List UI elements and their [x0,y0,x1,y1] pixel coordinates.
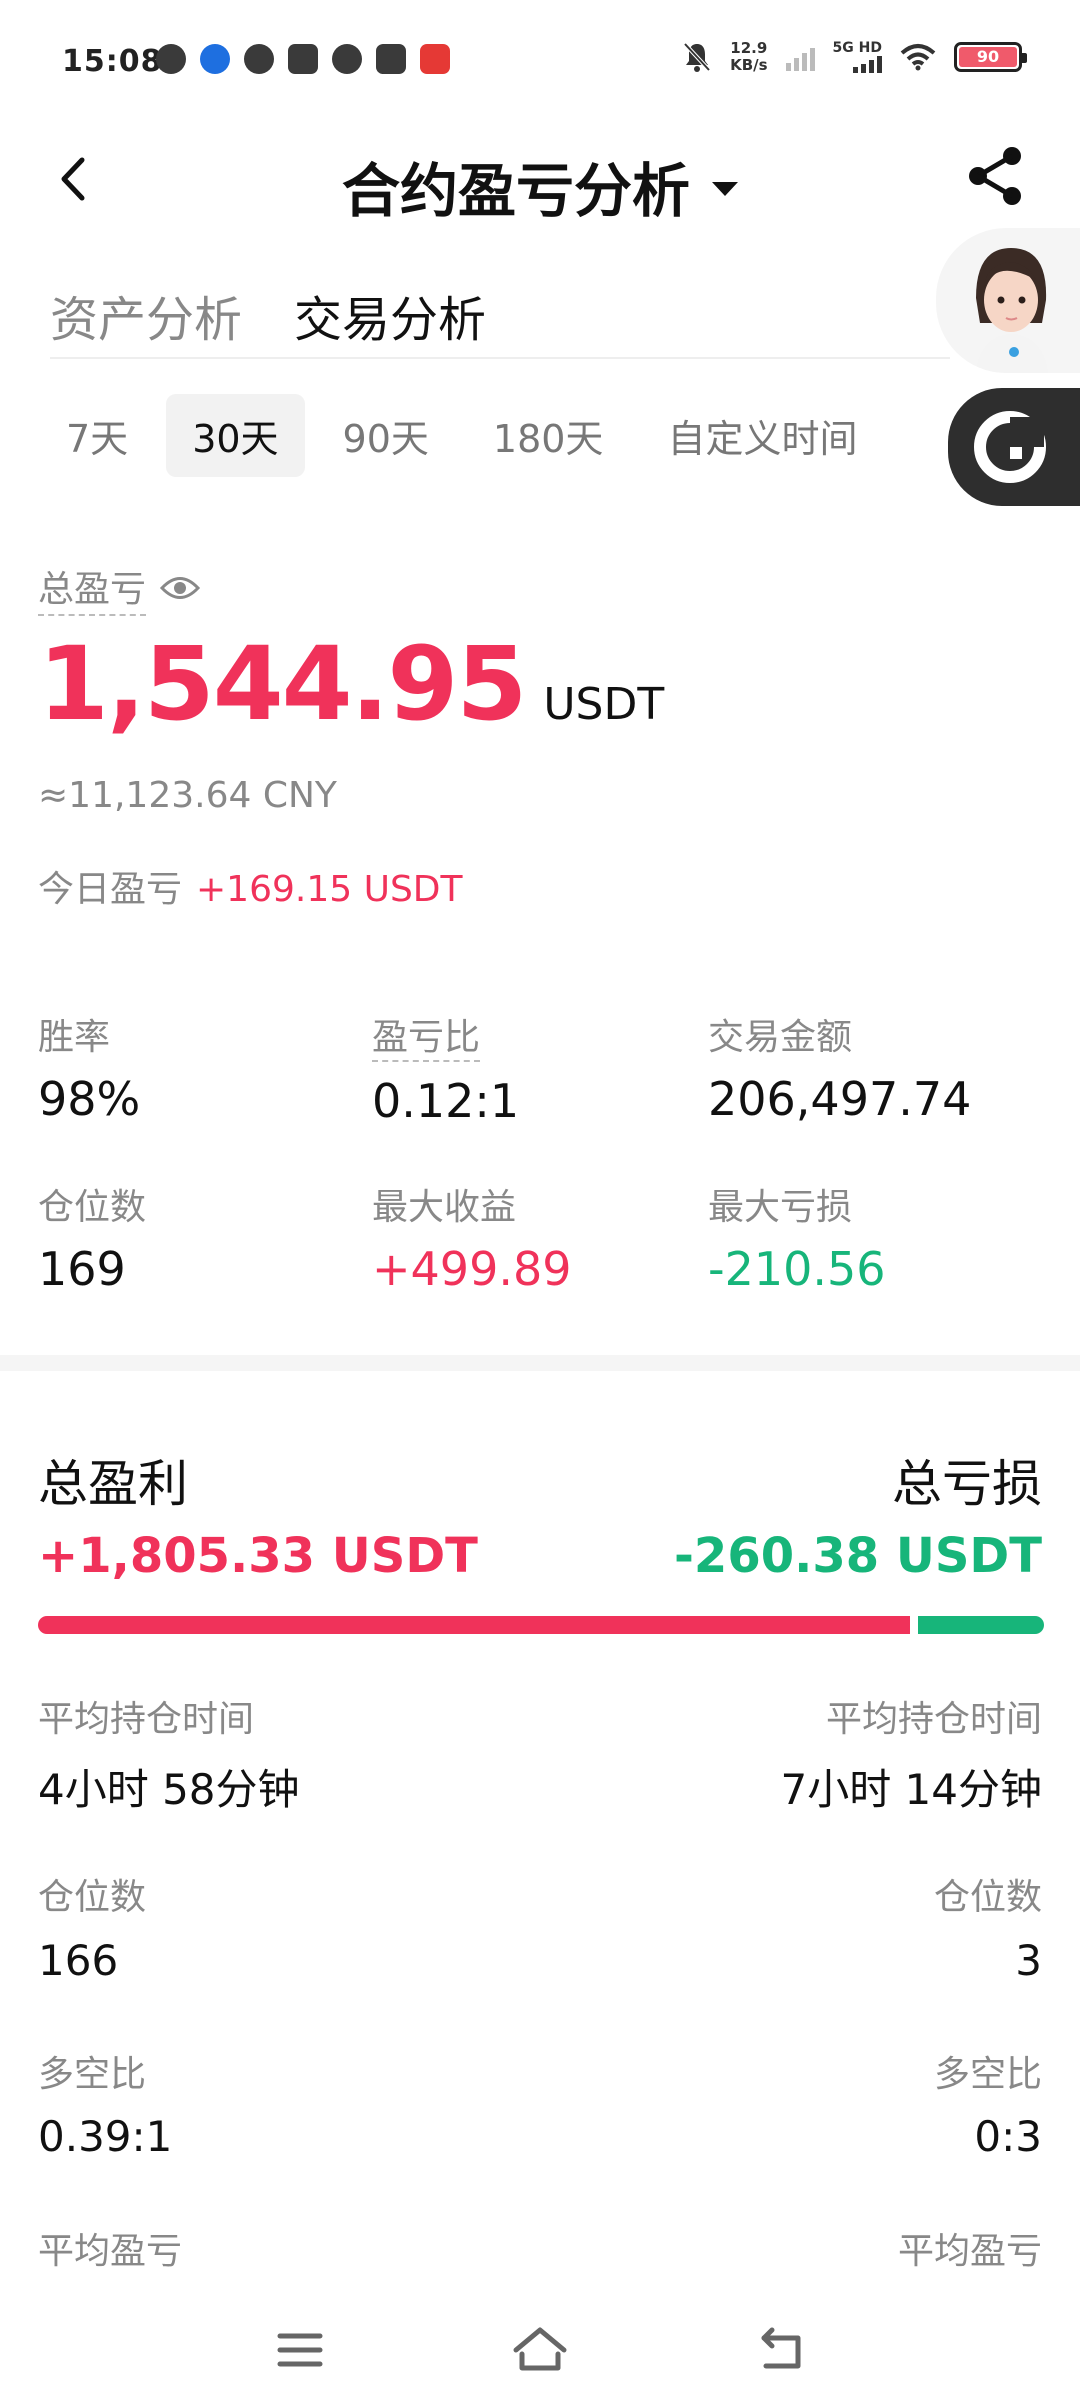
analysis-tabs: 资产分析 交易分析 [50,280,486,350]
today-pnl: 今日盈亏 +169.15 USDT [38,860,463,912]
battery-icon: 90 [954,42,1027,72]
news-app-icon [420,44,450,74]
tab-divider [50,357,950,359]
stat-win-rate: 胜率 98% [38,1008,140,1126]
loss-bar-segment [918,1616,1044,1634]
profit-long-short-label: 多空比 [38,2054,147,2095]
today-pnl-label: 今日盈亏 [38,869,183,910]
wechat-icon [156,44,186,74]
profit-bar-segment [38,1616,910,1634]
stat-label: 仓位数 [38,1187,147,1228]
status-time: 15:08 [62,44,163,79]
signal-sim2-icon [853,55,882,73]
stat-value: -210.56 [708,1242,886,1296]
loss-avg-hold-value: 7小时 14分钟 [780,1765,1042,1814]
total-loss-label: 总亏损 [892,1455,1042,1513]
home-icon[interactable] [510,2320,570,2380]
notification-icons [156,44,450,74]
return-icon[interactable] [752,2320,812,2380]
profit-avg-pl-label: 平均盈亏 [38,2231,183,2272]
app-c-icon [200,44,230,74]
profit-loss-ratio-bar [38,1616,1044,1634]
total-pnl-label: 总盈亏 [38,560,201,616]
stat-label: 最大收益 [372,1187,517,1228]
status-bar: 15:08 12.9 KB/s 5G HD 90 [0,0,1080,130]
eye-icon[interactable] [160,575,201,601]
page-title-text: 合约盈亏分析 [341,157,690,225]
stat-label: 胜率 [38,1017,111,1058]
profit-long-short-value: 0.39:1 [38,2112,173,2161]
caret-down-icon [712,181,738,196]
net-speed-value: 12.9 [730,39,768,57]
stat-pl-ratio: 盈亏比 0.12:1 [372,1008,519,1128]
total-pnl-unit: USDT [543,679,665,730]
app-header: 合约盈亏分析 [0,130,1080,230]
system-nav-bar [0,2300,1080,2408]
total-pnl-number: 1,544.95 [38,625,527,744]
loss-positions-value: 3 [1015,1936,1042,1985]
total-pnl-label-text[interactable]: 总盈亏 [38,560,147,616]
stat-label: 最大亏损 [708,1187,853,1228]
net-speed-unit: KB/s [730,56,768,74]
video-play-icon [376,44,406,74]
period-30d[interactable]: 30天 [166,394,305,477]
stat-value: 206,497.74 [708,1072,972,1126]
loss-long-short-value: 0:3 [974,2112,1042,2161]
avatar [976,248,1048,373]
bell-off-icon [683,42,711,72]
app-link-icon [332,44,362,74]
loss-avg-pl-label: 平均盈亏 [897,2231,1042,2272]
stat-positions: 仓位数 169 [38,1178,146,1296]
stat-max-loss: 最大亏损 -210.56 [708,1178,886,1296]
menu-icon[interactable] [270,2320,330,2380]
period-selector: 7天 30天 90天 180天 自定义时间 [40,394,883,477]
stat-value: 98% [38,1072,141,1126]
profit-avg-hold-label: 平均持仓时间 [38,1699,255,1740]
qq-icon [244,44,274,74]
net-speed: 12.9 KB/s [730,40,767,74]
profit-positions-label: 仓位数 [38,1877,147,1918]
tab-trade-analysis[interactable]: 交易分析 [294,280,486,350]
total-loss-value: -260.38 USDT [674,1528,1042,1584]
profit-positions-value: 166 [38,1936,119,1985]
share-icon[interactable] [964,144,1028,208]
loss-avg-hold-label: 平均持仓时间 [825,1699,1042,1740]
profit-avg-hold-value: 4小时 58分钟 [38,1765,300,1814]
signal-5g: 5G HD [833,41,882,73]
stat-value: +499.89 [372,1242,572,1296]
stat-label: 交易金额 [708,1017,853,1058]
floating-widget-button[interactable] [948,388,1080,506]
stat-value: 169 [38,1242,126,1296]
stat-value: 0.12:1 [372,1074,520,1128]
page-title[interactable]: 合约盈亏分析 [0,144,1080,228]
total-profit-value: +1,805.33 USDT [38,1528,478,1584]
stat-max-profit: 最大收益 +499.89 [372,1178,572,1296]
wifi-icon [900,44,936,71]
signal-sim1-icon [785,43,815,71]
stat-label[interactable]: 盈亏比 [372,1008,481,1062]
today-pnl-value: +169.15 USDT [196,869,463,910]
period-custom[interactable]: 自定义时间 [641,394,883,477]
loss-long-short-label: 多空比 [933,2054,1042,2095]
network-type: 5G HD [832,40,882,56]
loss-positions-label: 仓位数 [933,1877,1042,1918]
assistant-avatar-button[interactable] [936,228,1080,373]
period-90d[interactable]: 90天 [317,394,455,477]
tab-asset-analysis[interactable]: 资产分析 [50,280,242,350]
vivo-icon [288,44,318,74]
total-profit-label: 总盈利 [38,1455,188,1513]
pie-logo-icon [974,411,1046,483]
period-7d[interactable]: 7天 [40,394,154,477]
stat-volume: 交易金额 206,497.74 [708,1008,971,1126]
total-pnl-cny: ≈11,123.64 CNY [38,775,337,816]
section-divider [0,1355,1080,1371]
total-pnl-value: 1,544.95 USDT [38,625,664,744]
period-180d[interactable]: 180天 [467,394,630,477]
battery-level: 90 [959,47,1017,67]
